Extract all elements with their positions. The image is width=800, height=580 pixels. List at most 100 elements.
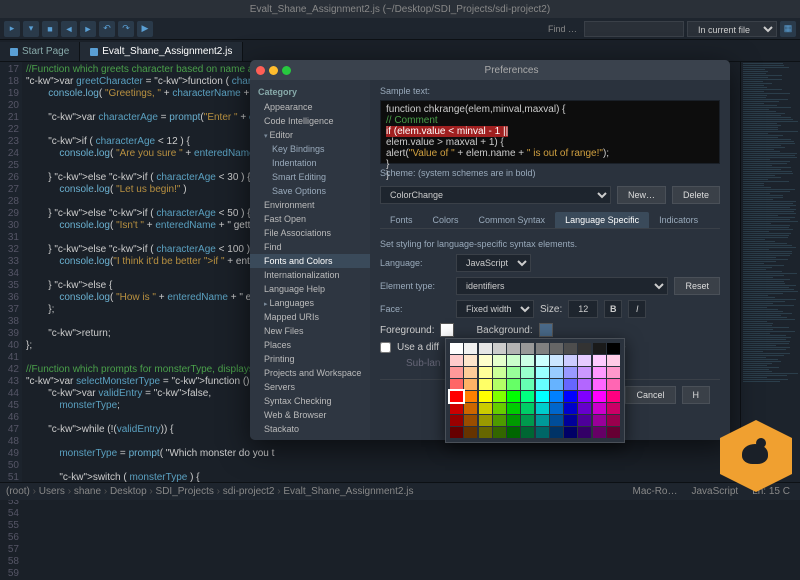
color-swatch[interactable] — [564, 355, 577, 366]
color-swatch[interactable] — [450, 355, 463, 366]
minimize-icon[interactable] — [269, 66, 278, 75]
color-swatch[interactable] — [550, 403, 563, 414]
color-swatch[interactable] — [450, 391, 463, 402]
color-swatch[interactable] — [507, 415, 520, 426]
redo-icon[interactable]: ↷ — [118, 21, 134, 37]
breadcrumb-segment[interactable]: shane — [74, 486, 110, 497]
color-swatch[interactable] — [536, 343, 549, 354]
category-editor[interactable]: Editor — [250, 128, 370, 142]
color-swatch[interactable] — [593, 415, 606, 426]
color-swatch[interactable] — [479, 355, 492, 366]
color-swatch[interactable] — [536, 355, 549, 366]
use-diff-checkbox[interactable] — [380, 342, 391, 353]
color-swatch[interactable] — [464, 343, 477, 354]
subtab-language-specific[interactable]: Language Specific — [555, 212, 649, 228]
color-swatch[interactable] — [593, 403, 606, 414]
color-swatch[interactable] — [479, 367, 492, 378]
color-swatch[interactable] — [536, 403, 549, 414]
italic-button[interactable]: I — [628, 300, 646, 318]
color-swatch[interactable] — [564, 343, 577, 354]
foreground-swatch[interactable] — [440, 323, 454, 337]
find-scope-select[interactable]: In current file — [687, 21, 777, 37]
color-swatch[interactable] — [464, 355, 477, 366]
open-icon[interactable]: ▾ — [23, 21, 39, 37]
color-swatch[interactable] — [479, 415, 492, 426]
category-code-intelligence[interactable]: Code Intelligence — [250, 114, 370, 128]
color-swatch[interactable] — [564, 415, 577, 426]
color-swatch[interactable] — [578, 367, 591, 378]
sidebar-right-icon[interactable]: ▦ — [780, 21, 796, 37]
color-swatch[interactable] — [607, 403, 620, 414]
color-swatch[interactable] — [464, 427, 477, 438]
color-swatch[interactable] — [521, 415, 534, 426]
undo-icon[interactable]: ↶ — [99, 21, 115, 37]
color-swatch[interactable] — [536, 379, 549, 390]
color-swatch[interactable] — [564, 403, 577, 414]
help-button[interactable]: H — [682, 386, 711, 404]
category-new-files[interactable]: New Files — [250, 324, 370, 338]
color-swatch[interactable] — [593, 367, 606, 378]
color-swatch[interactable] — [507, 403, 520, 414]
category-servers[interactable]: Servers — [250, 380, 370, 394]
element-type-select[interactable]: identifiers — [456, 277, 668, 295]
color-swatch[interactable] — [578, 355, 591, 366]
category-fonts-and-colors[interactable]: Fonts and Colors — [250, 254, 370, 268]
color-swatch[interactable] — [550, 367, 563, 378]
color-swatch[interactable] — [564, 427, 577, 438]
tab-start-page[interactable]: Start Page — [0, 42, 80, 61]
background-swatch[interactable] — [539, 323, 553, 337]
color-swatch[interactable] — [450, 427, 463, 438]
color-swatch[interactable] — [564, 391, 577, 402]
close-icon[interactable] — [256, 66, 265, 75]
category-file-associations[interactable]: File Associations — [250, 226, 370, 240]
save-icon[interactable]: ■ — [42, 21, 58, 37]
category-syntax-checking[interactable]: Syntax Checking — [250, 394, 370, 408]
subtab-colors[interactable]: Colors — [423, 212, 469, 228]
color-swatch[interactable] — [507, 379, 520, 390]
color-swatch[interactable] — [578, 403, 591, 414]
color-swatch[interactable] — [564, 379, 577, 390]
color-swatch[interactable] — [464, 379, 477, 390]
category-indentation[interactable]: Indentation — [250, 156, 370, 170]
color-swatch[interactable] — [593, 343, 606, 354]
color-swatch[interactable] — [536, 391, 549, 402]
size-input[interactable] — [568, 300, 598, 318]
color-swatch[interactable] — [479, 343, 492, 354]
color-swatch[interactable] — [479, 427, 492, 438]
color-swatch[interactable] — [578, 379, 591, 390]
color-swatch[interactable] — [578, 343, 591, 354]
color-swatch[interactable] — [550, 427, 563, 438]
color-swatch[interactable] — [536, 367, 549, 378]
category-stackato[interactable]: Stackato — [250, 422, 370, 436]
category-printing[interactable]: Printing — [250, 352, 370, 366]
color-swatch[interactable] — [607, 367, 620, 378]
color-swatch[interactable] — [464, 367, 477, 378]
breadcrumb-segment[interactable]: (root) — [6, 486, 39, 497]
category-web-browser[interactable]: Web & Browser — [250, 408, 370, 422]
category-language-help[interactable]: Language Help — [250, 282, 370, 296]
color-swatch[interactable] — [607, 343, 620, 354]
color-swatch[interactable] — [450, 403, 463, 414]
color-swatch[interactable] — [493, 427, 506, 438]
breadcrumb[interactable]: (root)UsersshaneDesktopSDI_Projectssdi-p… — [6, 486, 413, 497]
color-swatch[interactable] — [464, 415, 477, 426]
category-places[interactable]: Places — [250, 338, 370, 352]
play-icon[interactable]: ▶ — [137, 21, 153, 37]
status-encoding[interactable]: Mac-Ro… — [628, 486, 681, 497]
color-swatch[interactable] — [550, 415, 563, 426]
cancel-button[interactable]: Cancel — [625, 386, 675, 404]
find-input[interactable] — [584, 21, 684, 37]
color-swatch[interactable] — [521, 427, 534, 438]
category-key-bindings[interactable]: Key Bindings — [250, 142, 370, 156]
color-swatch[interactable] — [593, 427, 606, 438]
color-swatch[interactable] — [578, 427, 591, 438]
color-swatch[interactable] — [493, 379, 506, 390]
color-swatch[interactable] — [450, 379, 463, 390]
color-swatch[interactable] — [521, 343, 534, 354]
color-swatch[interactable] — [550, 343, 563, 354]
category-environment[interactable]: Environment — [250, 198, 370, 212]
color-swatch[interactable] — [493, 367, 506, 378]
language-select[interactable]: JavaScript — [456, 254, 531, 272]
category-appearance[interactable]: Appearance — [250, 100, 370, 114]
breadcrumb-segment[interactable]: Desktop — [110, 486, 156, 497]
